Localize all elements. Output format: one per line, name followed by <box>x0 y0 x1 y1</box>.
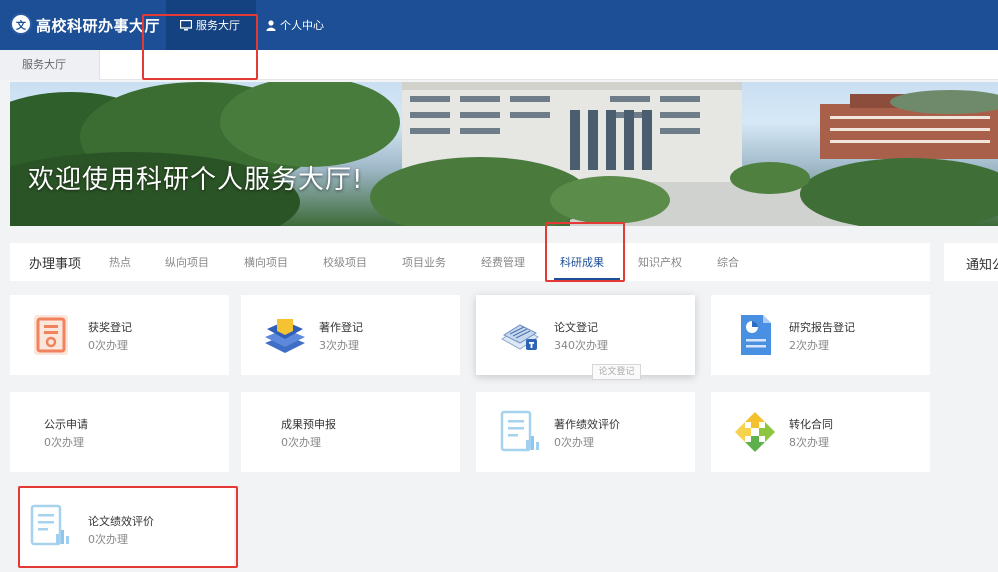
document-chart-icon <box>500 410 539 452</box>
highlight-box-paper-evaluation <box>18 486 238 568</box>
tab-funding-management[interactable]: 经费管理 <box>481 254 525 270</box>
notice-panel-header[interactable]: 通知公告 <box>944 243 998 281</box>
card-title: 研究报告登记 <box>789 321 855 334</box>
card-title: 获奖登记 <box>88 321 132 334</box>
tab-hot[interactable]: 热点 <box>109 254 131 270</box>
tab-vertical-projects[interactable]: 纵向项目 <box>165 254 209 270</box>
service-card-award-registration[interactable]: 获奖登记 0次办理 <box>10 295 229 375</box>
campus-photo <box>10 82 998 226</box>
card-count: 0次办理 <box>281 436 321 449</box>
award-certificate-icon <box>34 315 68 355</box>
tab-main-matters: 办理事项 <box>29 257 82 272</box>
card-count: 3次办理 <box>319 339 359 352</box>
books-icon <box>265 319 305 353</box>
service-card-research-report-registration[interactable]: 研究报告登记 2次办理 <box>711 295 930 375</box>
nav-personal-center-label: 个人中心 <box>280 19 324 32</box>
card-count: 0次办理 <box>554 436 594 449</box>
card-title: 公示申请 <box>44 418 88 431</box>
card-count: 0次办理 <box>44 436 84 449</box>
paper-stack-icon <box>501 324 539 350</box>
welcome-banner: 欢迎使用科研个人服务大厅! <box>10 82 998 226</box>
tab-comprehensive[interactable]: 综合 <box>717 254 739 270</box>
report-document-icon <box>741 315 771 355</box>
service-card-book-performance-evaluation[interactable]: 著作绩效评价 0次办理 <box>476 392 695 472</box>
card-title: 成果预申报 <box>281 418 336 431</box>
service-card-publicity-application[interactable]: 公示申请 0次办理 <box>10 392 229 472</box>
card-title: 著作登记 <box>319 321 363 334</box>
card-count: 0次办理 <box>88 339 128 352</box>
card-count: 340次办理 <box>554 339 608 352</box>
nav-personal-center[interactable]: 个人中心 <box>266 17 324 33</box>
tab-school-projects[interactable]: 校级项目 <box>323 254 367 270</box>
welcome-message: 欢迎使用科研个人服务大厅! <box>28 165 364 195</box>
highlight-box-research-tab <box>545 222 625 282</box>
recycle-arrows-icon <box>735 412 775 452</box>
tab-project-business[interactable]: 项目业务 <box>402 254 446 270</box>
card-title: 论文登记 <box>554 321 598 334</box>
service-card-achievement-pre-declaration[interactable]: 成果预申报 0次办理 <box>241 392 460 472</box>
university-logo-icon: 文 <box>10 13 32 35</box>
service-card-transformation-contract[interactable]: 转化合同 8次办理 <box>711 392 930 472</box>
service-card-paper-registration[interactable]: 论文登记 340次办理 <box>476 295 695 375</box>
user-icon <box>266 19 276 31</box>
highlight-box-service-hall <box>142 14 258 80</box>
hover-tooltip: 论文登记 <box>592 364 641 380</box>
tab-horizontal-projects[interactable]: 横向项目 <box>244 254 288 270</box>
card-count: 8次办理 <box>789 436 829 449</box>
category-tab-bar: 办理事项 热点 纵向项目 横向项目 校级项目 项目业务 经费管理 科研成果 知识… <box>10 243 930 281</box>
service-card-book-registration[interactable]: 著作登记 3次办理 <box>241 295 460 375</box>
breadcrumb-tab-service-hall[interactable]: 服务大厅 <box>0 50 100 80</box>
tab-intellectual-property[interactable]: 知识产权 <box>638 254 682 270</box>
card-count: 2次办理 <box>789 339 829 352</box>
card-title: 著作绩效评价 <box>554 418 620 431</box>
card-title: 转化合同 <box>789 418 833 431</box>
